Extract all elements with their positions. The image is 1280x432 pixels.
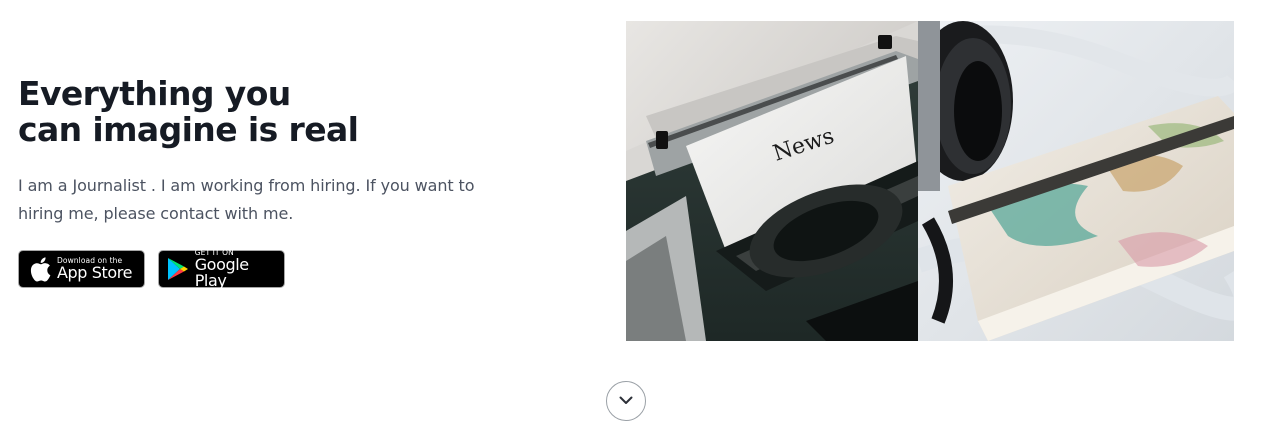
google-play-button[interactable]: GET IT ON Google Play — [158, 249, 285, 291]
chevron-down-icon — [619, 392, 633, 410]
camera-notebook-photo — [918, 21, 1234, 341]
hero-headline: Everything you can imagine is real — [18, 76, 518, 148]
store-badges: Download on the App Store GET IT ON Goog… — [18, 249, 285, 291]
hero-image-gallery: News — [626, 21, 1234, 341]
app-store-button[interactable]: Download on the App Store — [18, 250, 145, 288]
hero-description: I am a Journalist . I am working from hi… — [18, 176, 475, 223]
google-play-label: Google Play — [194, 255, 249, 291]
scroll-down-button[interactable] — [606, 381, 646, 421]
apple-icon — [28, 256, 52, 282]
hero-section: Everything you can imagine is real I am … — [18, 76, 518, 228]
headline-line-1: Everything you — [18, 74, 291, 113]
typewriter-photo: News — [626, 21, 918, 341]
google-play-icon — [166, 256, 190, 282]
headline-line-2: can imagine is real — [18, 110, 359, 149]
app-store-label: App Store — [57, 263, 133, 283]
